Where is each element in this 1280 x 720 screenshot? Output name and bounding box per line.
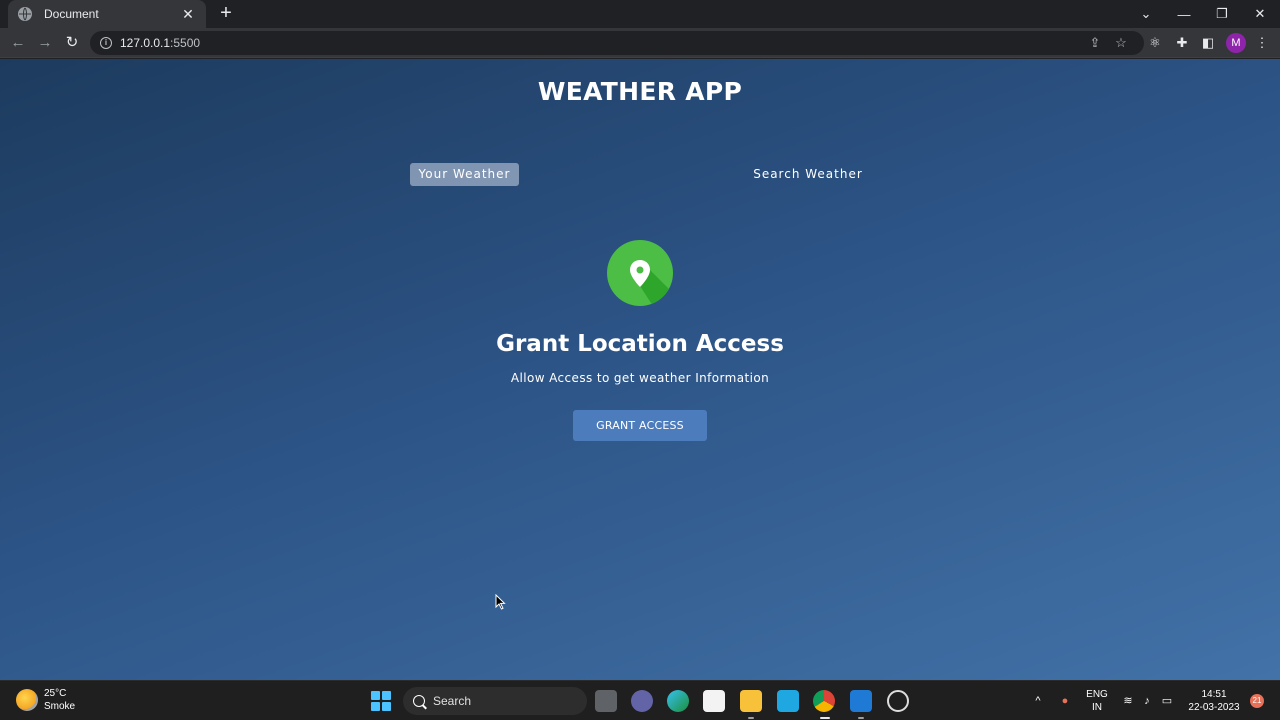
tab-search-weather[interactable]: Search Weather [738,163,878,186]
grant-location-title: Grant Location Access [496,331,784,357]
chrome-running-indicator [820,717,830,719]
region-code: IN [1092,702,1102,713]
taskbar-search[interactable]: Search [403,687,587,715]
profile-avatar[interactable]: M [1226,33,1246,53]
mouse-cursor-icon [495,594,506,610]
weather-sun-icon [16,689,38,711]
back-icon[interactable]: ← [8,33,28,53]
grant-access-button[interactable]: GRANT ACCESS [573,410,707,441]
refresh-app-icon[interactable] [887,690,909,712]
forward-icon[interactable]: → [35,33,55,53]
weather-app-page: WEATHER APP Your Weather Search Weather … [0,59,1280,680]
teams-chat-icon[interactable] [631,690,653,712]
search-icon [413,695,425,707]
browser-titlebar: Document ✕ + ⌄ — ❐ ✕ [0,0,1280,28]
weather-widget[interactable]: 25°C Smoke [16,687,75,713]
browser-toolbar: ← → ↻ i 127.0.0.1:5500 ⇪ ☆ ⚛ ✚ ◧ M ⋮ [0,28,1280,58]
weather-temperature: 25°C [44,688,67,699]
side-panel-icon[interactable]: ◧ [1198,33,1218,53]
file-explorer-icon[interactable] [740,690,762,712]
vscode-running-indicator [858,717,864,719]
tab-title: Document [44,7,99,21]
browser-tab[interactable]: Document ✕ [8,0,206,28]
wifi-icon[interactable]: ≋ [1121,694,1135,708]
clock-time: 14:51 [1201,689,1227,700]
weather-description: Smoke [44,701,76,712]
file-explorer-running-indicator [748,717,754,719]
close-window-icon[interactable]: ✕ [1241,0,1279,28]
clock[interactable]: 14:51 22-03-2023 [1182,688,1246,714]
microphone-icon[interactable]: ● [1058,694,1072,708]
url-text[interactable]: 127.0.0.1:5500 [120,36,200,50]
tab-your-weather[interactable]: Your Weather [410,163,519,186]
grant-location-subtitle: Allow Access to get weather Information [510,371,770,385]
chrome-icon[interactable] [813,690,835,712]
info-icon[interactable]: i [100,37,112,49]
address-bar[interactable]: i 127.0.0.1:5500 ⇪ ☆ [90,31,1144,55]
show-hidden-icons-chevron-icon[interactable]: ^ [1031,694,1045,708]
task-view-icon[interactable] [595,690,617,712]
reload-icon[interactable]: ↻ [62,33,82,53]
location-pin-icon [607,240,673,306]
close-tab-icon[interactable]: ✕ [180,6,196,23]
extensions-icon[interactable]: ✚ [1172,33,1192,53]
microsoft-store-icon[interactable] [703,690,725,712]
app-title: WEATHER APP [537,77,743,106]
windows-start-icon[interactable] [371,691,391,711]
l-app-icon[interactable] [777,690,799,712]
tab-search-chevron-icon[interactable]: ⌄ [1127,0,1165,28]
taskbar-search-label: Search [433,694,472,708]
menu-icon[interactable]: ⋮ [1252,33,1272,53]
windows-taskbar: 25°C Smoke Search ^ ● ENG IN ≋ ♪ ▭ 14:51… [0,680,1280,720]
react-devtools-icon[interactable]: ⚛ [1145,33,1165,53]
vscode-icon[interactable] [850,690,872,712]
edge-icon[interactable] [667,690,689,712]
volume-icon[interactable]: ♪ [1140,694,1154,708]
new-tab-button[interactable]: + [216,3,236,23]
star-icon[interactable]: ☆ [1112,34,1130,52]
clock-date: 22-03-2023 [1188,702,1240,713]
share-icon[interactable]: ⇪ [1086,34,1104,52]
globe-icon [18,7,32,21]
notification-badge[interactable]: 21 [1250,694,1264,708]
restore-icon[interactable]: ❐ [1203,0,1241,28]
minimize-icon[interactable]: — [1165,0,1203,28]
language-indicator[interactable]: ENG IN [1085,688,1109,714]
battery-icon[interactable]: ▭ [1160,694,1174,708]
language-code: ENG [1086,689,1108,700]
